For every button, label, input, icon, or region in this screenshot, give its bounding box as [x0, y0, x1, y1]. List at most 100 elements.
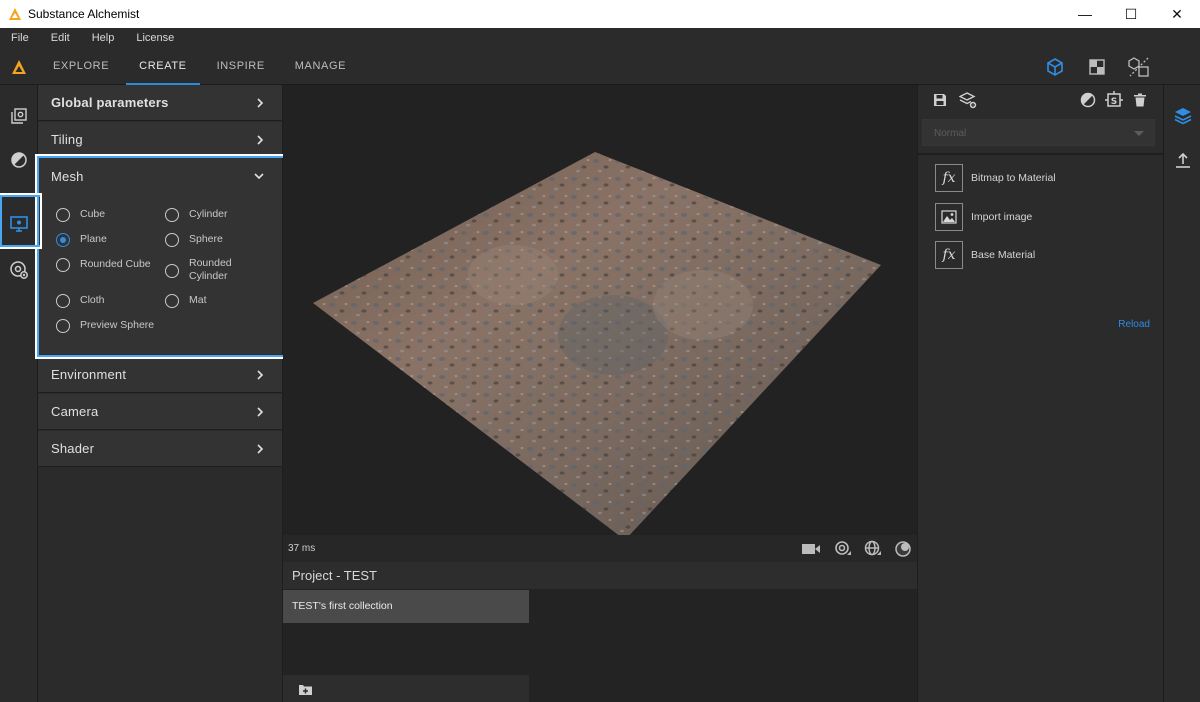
- radio-label: Cloth: [80, 294, 105, 306]
- radio-button[interactable]: [56, 319, 70, 333]
- tab-manage[interactable]: MANAGE: [280, 48, 361, 85]
- radio-label: Rounded Cube: [80, 258, 151, 270]
- reload-link[interactable]: Reload: [1118, 319, 1150, 330]
- menu-edit[interactable]: Edit: [40, 32, 81, 44]
- tab-explore[interactable]: EXPLORE: [38, 48, 124, 85]
- section-label: Mesh: [51, 168, 84, 184]
- section-label: Shader: [51, 441, 95, 456]
- radio-label: Cylinder: [189, 208, 228, 220]
- radio-button[interactable]: [56, 258, 70, 272]
- mesh-option-mat[interactable]: Mat: [165, 294, 207, 308]
- top-navigation: EXPLORE CREATE INSPIRE MANAGE: [0, 48, 1200, 85]
- save-icon[interactable]: [930, 90, 950, 110]
- radio-button[interactable]: [56, 294, 70, 308]
- window-title: Substance Alchemist: [28, 7, 140, 21]
- mesh-option-preview-sphere[interactable]: Preview Sphere: [56, 319, 154, 333]
- 3d-viewport[interactable]: [283, 85, 917, 535]
- title-bar: Substance Alchemist — ☐ ✕: [0, 0, 1200, 28]
- dropdown-arrow-icon: [1134, 131, 1144, 136]
- project-title: Project - TEST: [292, 568, 378, 583]
- radio-button[interactable]: [56, 208, 70, 222]
- item-label: Import image: [971, 211, 1033, 223]
- mesh-option-rounded-cube[interactable]: Rounded Cube: [56, 258, 151, 272]
- shading-sphere-icon[interactable]: [892, 538, 914, 560]
- project-footer: [283, 675, 529, 702]
- globe-icon[interactable]: [862, 538, 884, 560]
- radio-label: Rounded Cylinder: [189, 257, 232, 282]
- radio-label: Sphere: [189, 233, 223, 245]
- section-tiling[interactable]: Tiling: [38, 122, 282, 158]
- split-view-icon[interactable]: [1118, 48, 1160, 85]
- item-label: Base Material: [971, 249, 1036, 261]
- tab-create[interactable]: CREATE: [124, 48, 201, 85]
- section-label: Environment: [51, 367, 127, 382]
- base-material-item[interactable]: fx Base Material: [935, 241, 1155, 269]
- close-button[interactable]: ✕: [1154, 0, 1200, 28]
- radio-button[interactable]: [165, 208, 179, 222]
- radio-button[interactable]: [165, 294, 179, 308]
- layers-library-icon[interactable]: [0, 97, 38, 135]
- section-camera[interactable]: Camera: [38, 394, 282, 430]
- layer-toolbar: S: [918, 85, 1163, 115]
- menu-license[interactable]: License: [125, 32, 185, 44]
- viewport-settings-icon[interactable]: [0, 205, 38, 243]
- section-environment[interactable]: Environment: [38, 357, 282, 393]
- render-settings-icon[interactable]: [0, 251, 38, 289]
- mesh-options: Cube Cylinder Plane Sphere Rounded Cube …: [38, 194, 282, 354]
- export-icon[interactable]: [1164, 144, 1200, 176]
- menu-help[interactable]: Help: [81, 32, 126, 44]
- blend-mode-dropdown[interactable]: Normal: [922, 119, 1155, 146]
- collection-item[interactable]: TEST's first collection: [283, 590, 529, 623]
- section-shader[interactable]: Shader: [38, 431, 282, 467]
- layer-panel: S Normal fx Bitmap to Material Import im…: [918, 85, 1163, 702]
- radio-label: Cube: [80, 208, 106, 220]
- project-panel: Project - TEST TEST's first collection: [283, 562, 917, 702]
- left-tool-rail: [0, 85, 38, 702]
- maximize-button[interactable]: ☐: [1108, 0, 1154, 28]
- menu-bar: File Edit Help License: [0, 28, 1200, 48]
- collection-label: TEST's first collection: [292, 600, 393, 612]
- mesh-option-plane[interactable]: Plane: [56, 233, 107, 247]
- radio-button-selected[interactable]: [56, 233, 70, 247]
- substance-logo-icon: [9, 8, 21, 20]
- chevron-right-icon: [257, 98, 264, 108]
- right-tool-rail: [1163, 85, 1200, 702]
- material-sphere-icon[interactable]: [0, 141, 38, 179]
- tab-inspire[interactable]: INSPIRE: [202, 48, 280, 85]
- layers-stack-icon[interactable]: [1164, 100, 1200, 132]
- substance-layer-icon[interactable]: S: [1104, 90, 1124, 110]
- mesh-option-cube[interactable]: Cube: [56, 208, 105, 222]
- viewport-settings-panel: Global parameters Tiling Mesh Cube Cylin…: [38, 85, 282, 702]
- add-folder-icon[interactable]: [299, 683, 312, 695]
- radio-button[interactable]: [165, 233, 179, 247]
- bitmap-to-material-item[interactable]: fx Bitmap to Material: [935, 164, 1155, 192]
- 3d-view-icon[interactable]: [1034, 48, 1076, 85]
- menu-file[interactable]: File: [0, 32, 40, 44]
- section-global-parameters[interactable]: Global parameters: [38, 85, 282, 121]
- camera-icon[interactable]: [800, 538, 822, 560]
- blend-mode-value: Normal: [934, 128, 967, 139]
- fx-icon: fx: [935, 164, 963, 192]
- section-label: Tiling: [51, 132, 83, 147]
- svg-text:S: S: [1111, 97, 1117, 107]
- add-layer-icon[interactable]: [958, 90, 978, 110]
- radio-button[interactable]: [165, 264, 179, 278]
- section-label: Camera: [51, 404, 99, 419]
- radio-label: Preview Sphere: [80, 319, 155, 331]
- mesh-option-cloth[interactable]: Cloth: [56, 294, 105, 308]
- mesh-option-cylinder[interactable]: Cylinder: [165, 208, 228, 222]
- environment-rotate-icon[interactable]: [832, 538, 854, 560]
- delete-icon[interactable]: [1130, 90, 1150, 110]
- section-mesh[interactable]: Mesh: [38, 158, 282, 194]
- import-image-item[interactable]: Import image: [935, 203, 1155, 231]
- section-label: Global parameters: [51, 95, 169, 110]
- textured-plane-mesh: [313, 152, 881, 535]
- radio-label: Mat: [189, 294, 207, 306]
- chevron-right-icon: [257, 370, 264, 380]
- mesh-option-sphere[interactable]: Sphere: [165, 233, 223, 247]
- mesh-option-rounded-cylinder[interactable]: Rounded Cylinder: [165, 257, 241, 283]
- material-mask-icon[interactable]: [1078, 90, 1098, 110]
- chevron-down-icon: [254, 173, 264, 180]
- 2d-view-icon[interactable]: [1076, 48, 1118, 85]
- minimize-button[interactable]: —: [1062, 0, 1108, 28]
